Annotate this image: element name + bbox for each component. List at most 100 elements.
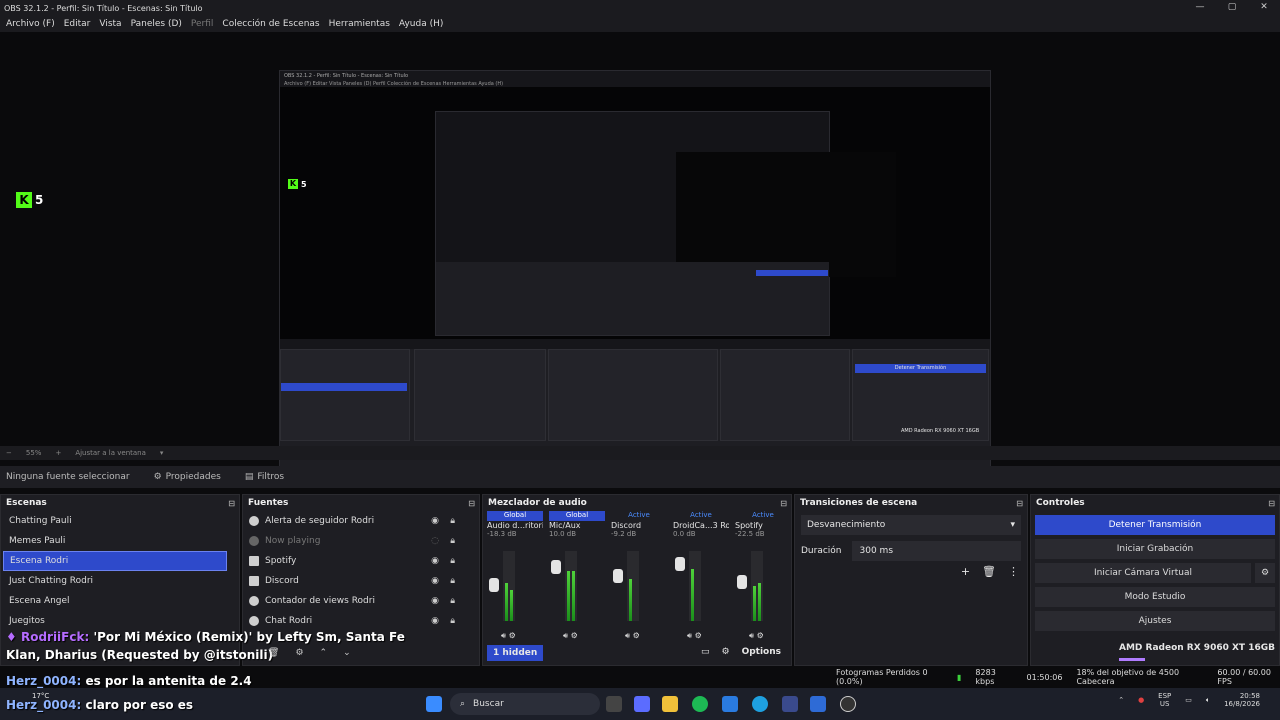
gear-icon[interactable]: ⚙ [571, 631, 578, 640]
maximize-button[interactable]: ▢ [1216, 0, 1248, 16]
chevron-down-icon[interactable]: ▾ [160, 449, 164, 457]
obs-icon[interactable] [840, 696, 856, 712]
scene-item[interactable]: Chatting Pauli [3, 511, 227, 531]
gear-icon[interactable]: ⚙ [509, 631, 516, 640]
spotify-icon[interactable] [692, 696, 708, 712]
eye-hidden-icon[interactable]: ◌ [431, 536, 439, 546]
zoom-out-button[interactable]: − [6, 449, 12, 457]
chevron-up-icon[interactable]: ⌃ [1118, 696, 1124, 704]
settings-button[interactable]: Ajustes [1035, 611, 1275, 631]
app-icon[interactable] [782, 696, 798, 712]
hidden-channels-button[interactable]: 1 hidden [487, 645, 544, 661]
layout-icon[interactable]: ▭ [701, 647, 710, 657]
speaker-icon[interactable]: 🔊︎ [501, 631, 506, 640]
scene-item[interactable]: Juegitos [3, 611, 227, 631]
menu-scene-collection[interactable]: Colección de Escenas [222, 19, 319, 29]
undock-icon[interactable]: ⊟ [1268, 499, 1275, 508]
duration-input[interactable]: 300 ms [851, 541, 1021, 561]
scene-item[interactable]: Just Chatting Rodri [3, 571, 227, 591]
vscode-icon[interactable] [722, 696, 738, 712]
lock-icon[interactable]: 🔒︎ [450, 516, 455, 526]
eye-icon[interactable]: ◉ [431, 596, 439, 606]
gear-icon[interactable]: ⚙ [757, 631, 764, 640]
volume-fader[interactable] [551, 560, 561, 574]
network-icon[interactable]: ▭ [1185, 696, 1192, 704]
menu-edit[interactable]: Editar [64, 19, 91, 29]
undock-icon[interactable]: ⊟ [1016, 499, 1023, 508]
scene-item[interactable]: Memes Pauli [3, 531, 227, 551]
eye-icon[interactable]: ◉ [431, 576, 439, 586]
undock-icon[interactable]: ⊟ [228, 499, 235, 508]
scene-item[interactable]: Escena Angel [3, 591, 227, 611]
gear-icon[interactable]: ⚙ [633, 631, 640, 640]
more-icon[interactable]: ⋮ [1008, 565, 1019, 578]
trash-icon[interactable]: 🗑︎ [982, 565, 996, 578]
menu-profile[interactable]: Perfil [191, 19, 214, 29]
speaker-icon[interactable]: 🔊︎ [625, 631, 630, 640]
speaker-icon[interactable]: 🔊︎ [749, 631, 754, 640]
add-icon[interactable]: + [961, 565, 970, 578]
clock[interactable]: 20:58 16/8/2026 [1224, 692, 1260, 708]
start-virtual-camera-button[interactable]: Iniciar Cámara Virtual [1035, 563, 1251, 583]
language-indicator[interactable]: ESP US [1158, 692, 1171, 708]
scene-item-selected[interactable]: Escena Rodri [3, 551, 227, 571]
virtual-camera-settings-icon[interactable]: ⚙ [1255, 563, 1275, 583]
task-view-icon[interactable] [606, 696, 622, 712]
volume-icon[interactable]: 🔈︎ [1206, 696, 1210, 705]
lock-icon[interactable]: 🔒︎ [450, 596, 455, 606]
speaker-icon[interactable]: 🔊︎ [563, 631, 568, 640]
start-recording-button[interactable]: Iniciar Grabación [1035, 539, 1275, 559]
volume-fader[interactable] [489, 578, 499, 592]
stop-streaming-button[interactable]: Detener Transmisión [1035, 515, 1275, 535]
menu-tools[interactable]: Herramientas [329, 19, 390, 29]
eye-icon[interactable]: ◉ [431, 556, 439, 566]
lock-icon[interactable]: 🔒︎ [450, 536, 455, 546]
close-button[interactable]: ✕ [1248, 0, 1280, 16]
menu-file[interactable]: Archivo (F) [6, 19, 55, 29]
zoom-in-button[interactable]: + [55, 449, 61, 457]
minimize-button[interactable]: — [1184, 0, 1216, 16]
source-item[interactable]: Now playing ◌ 🔒︎ [243, 531, 467, 551]
start-icon[interactable] [426, 696, 442, 712]
edge-icon[interactable] [752, 696, 768, 712]
speaker-icon[interactable]: 🔊︎ [687, 631, 692, 640]
gear-icon[interactable]: ⚙ [295, 648, 303, 658]
menu-docks[interactable]: Paneles (D) [131, 19, 182, 29]
preview-canvas[interactable]: K 5 OBS 32.1.2 - Perfil: Sin Título - Es… [0, 32, 1280, 473]
mic-icon[interactable]: ● [1138, 696, 1144, 704]
gear-icon[interactable]: ⚙ [695, 631, 702, 640]
move-up-icon[interactable]: ⌃ [320, 648, 328, 658]
eye-icon[interactable]: ◉ [431, 516, 439, 526]
menu-help[interactable]: Ayuda (H) [399, 19, 443, 29]
trash-icon[interactable]: 🗑︎ [268, 648, 279, 658]
undock-icon[interactable]: ⊟ [468, 499, 475, 508]
lock-icon[interactable]: 🔒︎ [450, 576, 455, 586]
audio-mixer-dock: Mezclador de audio ⊟ Global Audio d...rit… [482, 494, 792, 666]
fit-to-window[interactable]: Ajustar a la ventana [75, 449, 146, 457]
volume-fader[interactable] [737, 575, 747, 589]
transition-select[interactable]: Desvanecimiento ▾ [801, 515, 1021, 535]
taskbar-search[interactable]: ⌕ Buscar [450, 693, 600, 715]
properties-button[interactable]: ⚙ Propiedades [154, 472, 221, 482]
source-item[interactable]: Contador de views Rodri ◉ 🔒︎ [243, 591, 467, 611]
move-down-icon[interactable]: ⌄ [343, 648, 351, 658]
mixer-settings-icon[interactable]: ⚙ [721, 647, 729, 657]
studio-mode-button[interactable]: Modo Estudio [1035, 587, 1275, 607]
file-explorer-icon[interactable] [662, 696, 678, 712]
source-item[interactable]: Spotify ◉ 🔒︎ [243, 551, 467, 571]
copilot-icon[interactable] [634, 696, 650, 712]
system-tray: ⌃ ● ESP US ▭ 🔈︎ 20:58 16/8/2026 [1118, 692, 1260, 708]
menu-view[interactable]: Vista [99, 19, 121, 29]
volume-fader[interactable] [675, 557, 685, 571]
undock-icon[interactable]: ⊟ [780, 499, 787, 508]
options-dropdown[interactable]: Options [742, 647, 781, 657]
volume-fader[interactable] [613, 569, 623, 583]
source-item[interactable]: Discord ◉ 🔒︎ [243, 571, 467, 591]
filters-button[interactable]: ▤ Filtros [245, 472, 284, 482]
source-item[interactable]: Chat Rodri ◉ 🔒︎ [243, 611, 467, 631]
eye-icon[interactable]: ◉ [431, 616, 439, 626]
lock-icon[interactable]: 🔒︎ [450, 616, 455, 626]
source-item[interactable]: Alerta de seguidor Rodri ◉ 🔒︎ [243, 511, 467, 531]
app-icon[interactable] [810, 696, 826, 712]
lock-icon[interactable]: 🔒︎ [450, 556, 455, 566]
